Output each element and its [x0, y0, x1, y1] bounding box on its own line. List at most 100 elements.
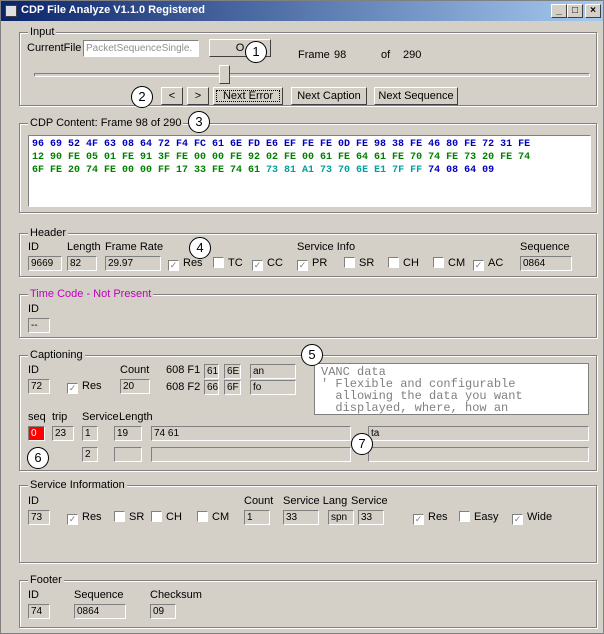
- si-count-field: 1: [244, 510, 270, 525]
- service-label: Service: [82, 411, 119, 423]
- callout-6: 6: [27, 447, 49, 469]
- next-sequence-button[interactable]: Next Sequence: [374, 87, 458, 105]
- si-res-checkbox[interactable]: ✓ Res: [67, 511, 102, 525]
- window-title: CDP File Analyze V1.1.0 Registered: [21, 4, 206, 16]
- si-wide-checkbox[interactable]: ✓ Wide: [512, 511, 552, 525]
- footer-id-label: ID: [28, 589, 39, 601]
- checkbox-empty-icon: [459, 511, 470, 522]
- service-1-data-field: 74 61: [151, 426, 351, 441]
- header-length-label: Length: [67, 241, 101, 253]
- current-file-label: CurrentFile: [27, 42, 82, 54]
- app-window: CDP File Analyze V1.1.0 Registered _ □ ×…: [0, 0, 604, 634]
- callout-5: 5: [301, 344, 323, 366]
- callout-1: 1: [245, 41, 267, 63]
- service-1-field: 1: [82, 426, 98, 441]
- time-code-group: Time Code - Not Present: [19, 288, 597, 338]
- header-cc-checkbox[interactable]: ✓ CC: [252, 257, 283, 271]
- header-length-field: 82: [67, 256, 97, 271]
- frame-rate-field: 29.97: [105, 256, 161, 271]
- previous-frame-button[interactable]: <: [161, 87, 183, 105]
- si-sr-text: SR: [129, 511, 145, 523]
- f2-text-field: fo: [250, 380, 296, 395]
- header-group-label: Header: [28, 227, 69, 239]
- next-frame-button[interactable]: >: [187, 87, 209, 105]
- close-button[interactable]: ×: [585, 4, 601, 18]
- current-file-field[interactable]: PacketSequenceSingle.: [83, 40, 199, 57]
- maximize-button[interactable]: □: [567, 4, 583, 18]
- captioning-id-field: 72: [28, 379, 50, 394]
- app-icon: [5, 5, 17, 17]
- time-code-id-label: ID: [28, 303, 39, 315]
- checkbox-empty-icon: [433, 257, 444, 268]
- header-ac-text: AC: [488, 257, 504, 269]
- footer-checksum-field: 09: [150, 604, 176, 619]
- checkbox-empty-icon: [388, 257, 399, 268]
- minimize-button[interactable]: _: [551, 4, 567, 18]
- footer-sequence-label: Sequence: [74, 589, 124, 601]
- header-ac-checkbox[interactable]: ✓ AC: [473, 257, 503, 271]
- header-id-label: ID: [28, 241, 39, 253]
- si-count-label: Count: [244, 495, 274, 507]
- next-caption-button[interactable]: Next Caption: [291, 87, 367, 105]
- si-wide-text: Wide: [527, 511, 553, 523]
- cdp-content-title: CDP Content:: [30, 117, 98, 129]
- checkbox-checked-icon: ✓: [67, 514, 78, 525]
- si-id-label: ID: [28, 495, 39, 507]
- header-sequence-field: 0864: [520, 256, 572, 271]
- f2-byte-a-field: 66: [204, 380, 219, 395]
- f1-byte-a-field: 61: [204, 364, 219, 379]
- si-res2-checkbox[interactable]: ✓ Res: [413, 511, 448, 525]
- checkbox-empty-icon: [213, 257, 224, 268]
- seq-label: seq: [28, 411, 46, 423]
- hex-line-2: 12 90 FE 05 01 FE 91 3F FE 00 00 FE 92 0…: [32, 152, 531, 163]
- length-2-field: [114, 447, 142, 462]
- frame-slider-thumb[interactable]: [219, 65, 230, 84]
- f1-text-field: an: [250, 364, 296, 379]
- captioning-res-checkbox[interactable]: ✓ Res: [67, 380, 102, 394]
- trip-field: 23: [52, 426, 74, 441]
- header-res-checkbox[interactable]: ✓ Res: [168, 257, 203, 271]
- header-pr-checkbox[interactable]: ✓ PR: [297, 257, 327, 271]
- callout-2: 2: [131, 86, 153, 108]
- hex-line-3b: 73 81 A1 73 70 6E E1 7F FF: [266, 165, 429, 176]
- header-tc-checkbox[interactable]: TC: [213, 257, 243, 271]
- service-information-group-label: Service Information: [28, 479, 127, 491]
- header-sr-checkbox[interactable]: SR: [344, 257, 374, 271]
- checkbox-checked-icon: ✓: [67, 383, 78, 394]
- captioning-count-field: 20: [120, 379, 150, 394]
- header-cm-checkbox[interactable]: CM: [433, 257, 465, 271]
- frame-value: 98: [334, 49, 347, 61]
- checkbox-checked-icon: ✓: [168, 260, 179, 271]
- f1-label: 608 F1: [166, 364, 201, 376]
- si-res-text: Res: [82, 511, 102, 523]
- checkbox-checked-icon: ✓: [297, 260, 308, 271]
- header-ch-checkbox[interactable]: CH: [388, 257, 419, 271]
- si-service-field: 33: [358, 510, 384, 525]
- cdp-hex-dump[interactable]: 96 69 52 4F 63 08 64 72 F4 FC 61 6E FD E…: [28, 135, 591, 207]
- title-bar[interactable]: CDP File Analyze V1.1.0 Registered _ □ ×: [1, 1, 603, 21]
- captioning-id-label: ID: [28, 364, 39, 376]
- si-cm-checkbox[interactable]: CM: [197, 511, 229, 525]
- si-id-field: 73: [28, 510, 50, 525]
- si-easy-checkbox[interactable]: Easy: [459, 511, 498, 525]
- time-code-id-field: --: [28, 318, 50, 333]
- of-label: of: [381, 49, 391, 61]
- header-cc-text: CC: [267, 257, 283, 269]
- checkbox-empty-icon: [114, 511, 125, 522]
- checkbox-checked-icon: ✓: [413, 514, 424, 525]
- service-2-data-field: [151, 447, 351, 462]
- service-1-text-field: ta: [368, 426, 589, 441]
- checkbox-checked-icon: ✓: [512, 514, 523, 525]
- f2-label: 608 F2: [166, 381, 201, 393]
- footer-group-label: Footer: [28, 574, 64, 586]
- si-ch-checkbox[interactable]: CH: [151, 511, 182, 525]
- callout-7: 7: [351, 433, 373, 455]
- si-sr-checkbox[interactable]: SR: [114, 511, 144, 525]
- frame-slider-track[interactable]: [34, 73, 590, 77]
- frame-label: Frame: [298, 49, 330, 61]
- captioning-res-text: Res: [82, 380, 102, 392]
- next-error-button[interactable]: Next Error: [213, 87, 283, 105]
- si-service-lang-field: 33: [283, 510, 319, 525]
- checkbox-empty-icon: [151, 511, 162, 522]
- vanc-description-textbox[interactable]: VANC data ' Flexible and configurable al…: [314, 363, 589, 415]
